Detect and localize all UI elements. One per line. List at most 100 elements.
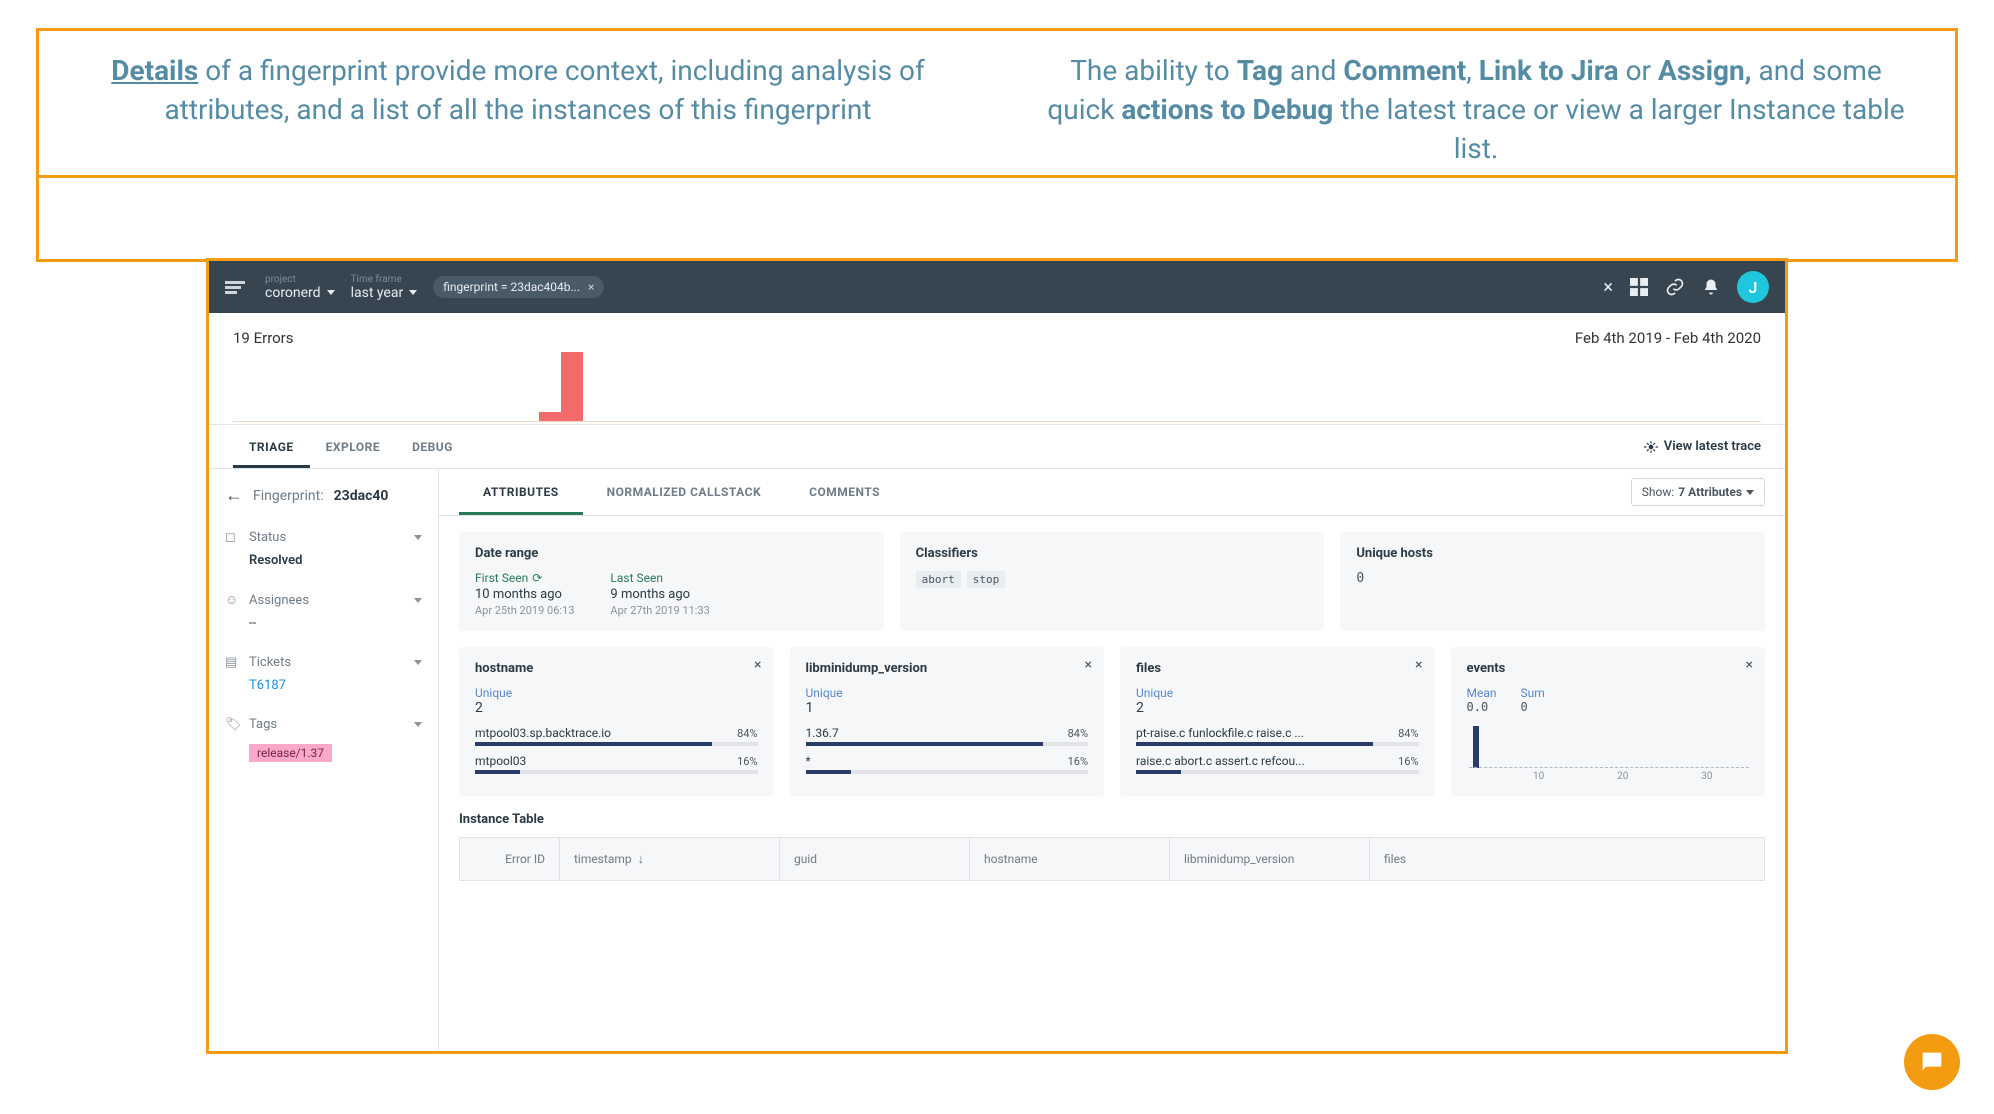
tab-explore[interactable]: EXPLORE <box>310 426 396 468</box>
filter-chip[interactable]: fingerprint = 23dac404b... × <box>433 276 604 298</box>
timeframe-value: last year <box>351 285 404 301</box>
top-tabs: TRIAGE EXPLORE DEBUG View latest trace <box>209 425 1785 469</box>
card-close-icon[interactable]: × <box>1085 657 1092 673</box>
show-prefix: Show: <box>1642 485 1675 499</box>
sidebar-tickets[interactable]: ▤ Tickets T6187 <box>225 655 422 693</box>
sum-label: Sum <box>1521 686 1545 700</box>
tab-triage[interactable]: TRIAGE <box>233 426 310 468</box>
clear-search-icon[interactable]: × <box>1603 277 1613 298</box>
col-libmini[interactable]: libminidump_version <box>1170 838 1370 880</box>
card-title: hostname <box>475 661 758 676</box>
timeframe-selector[interactable]: Time frame last year <box>351 274 418 301</box>
bar-pct: 84% <box>737 727 757 740</box>
card-title: Unique hosts <box>1356 546 1749 561</box>
classifier-chip: stop <box>967 571 1006 588</box>
bar-pct: 16% <box>1068 755 1088 768</box>
filter-chip-text: fingerprint = 23dac404b... <box>443 280 580 294</box>
intercom-chat-icon[interactable] <box>1904 1034 1960 1090</box>
caret-down-icon <box>414 535 422 540</box>
view-latest-trace-button[interactable]: View latest trace <box>1644 439 1761 454</box>
caret-down-icon <box>327 290 335 295</box>
caret-down-icon <box>414 598 422 603</box>
show-attributes-dropdown[interactable]: Show: 7 Attributes <box>1631 478 1765 506</box>
fingerprint-label: Fingerprint: <box>253 488 324 504</box>
card-close-icon[interactable]: × <box>754 657 761 673</box>
ticket-icon: ▤ <box>225 655 241 670</box>
sidebar-tags[interactable]: 🏷Tags release/1.37 <box>225 717 422 762</box>
first-seen-label: First Seen <box>475 571 528 585</box>
last-seen-label: Last Seen <box>610 571 709 585</box>
bar-item: 1.36.784% <box>806 726 1089 740</box>
annotation-callouts: Details of a fingerprint provide more co… <box>36 28 1958 178</box>
subtab-callstack[interactable]: NORMALIZED CALLSTACK <box>583 469 785 515</box>
tick: 10 <box>1533 771 1544 782</box>
bell-icon[interactable] <box>1701 277 1721 297</box>
sidebar-status[interactable]: ◻Status Resolved <box>225 530 422 568</box>
caret-down-icon <box>414 660 422 665</box>
sort-desc-icon: ↓ <box>638 851 645 867</box>
view-trace-label: View latest trace <box>1664 439 1761 454</box>
header-bar: project coronerd Time frame last year fi… <box>209 261 1785 313</box>
user-avatar[interactable]: J <box>1737 271 1769 303</box>
annotation-right: The ability to Tag and Comment, Link to … <box>997 31 1955 175</box>
col-guid[interactable]: guid <box>780 838 970 880</box>
link-icon[interactable] <box>1665 277 1685 297</box>
col-files[interactable]: files <box>1370 838 1764 880</box>
errors-sparkline <box>209 347 1785 425</box>
subtab-attributes[interactable]: ATTRIBUTES <box>459 469 583 515</box>
fingerprint-value: 23dac40 <box>334 488 389 504</box>
tag-pill[interactable]: release/1.37 <box>249 744 332 762</box>
person-icon: ☺ <box>225 592 241 608</box>
bar-name: pt-raise.c funlockfile.c raise.c ... <box>1136 726 1388 740</box>
bar-name: raise.c abort.c assert.c refcou... <box>1136 754 1388 768</box>
ticket-link[interactable]: T6187 <box>249 678 286 693</box>
annotation-left: Details of a fingerprint provide more co… <box>39 31 997 175</box>
chart-bar <box>539 412 561 422</box>
tick: 20 <box>1617 771 1628 782</box>
card-title: Classifiers <box>916 546 1309 561</box>
bar-name: 1.36.7 <box>806 726 1058 740</box>
unique-label: Unique <box>1136 686 1419 700</box>
card-libminidump: × libminidump_version Unique 1 1.36.784%… <box>790 647 1105 796</box>
show-value: 7 Attributes <box>1678 485 1742 499</box>
grid-icon[interactable] <box>1629 277 1649 297</box>
bar-line <box>1136 742 1419 746</box>
bar-rows: mtpool03.sp.backtrace.io84%mtpool0316% <box>475 726 758 774</box>
errors-count: 19 Errors <box>233 329 294 347</box>
assignees-label: Assignees <box>249 593 309 608</box>
bar-pct: 16% <box>1398 755 1418 768</box>
col-timestamp[interactable]: timestamp↓ <box>560 838 780 880</box>
bar-rows: 1.36.784%*16% <box>806 726 1089 774</box>
avatar-letter: J <box>1749 278 1758 297</box>
last-seen-value: 9 months ago <box>610 587 709 602</box>
unique-label: Unique <box>806 686 1089 700</box>
card-close-icon[interactable]: × <box>1746 657 1753 673</box>
tab-debug[interactable]: DEBUG <box>396 426 469 468</box>
bar-line <box>475 742 758 746</box>
col-error-id[interactable]: Error ID <box>460 838 560 880</box>
back-arrow-icon[interactable]: ← <box>225 485 243 506</box>
bar-line <box>806 770 1089 774</box>
project-selector[interactable]: project coronerd <box>265 274 335 301</box>
card-close-icon[interactable]: × <box>1415 657 1422 673</box>
bar-item: mtpool0316% <box>475 754 758 768</box>
subtab-comments[interactable]: COMMENTS <box>785 469 904 515</box>
tickets-label: Tickets <box>249 655 291 670</box>
assignees-value: -- <box>225 616 422 631</box>
bar-line <box>806 742 1089 746</box>
bar-pct: 16% <box>737 755 757 768</box>
card-hostname: × hostname Unique 2 mtpool03.sp.backtrac… <box>459 647 774 796</box>
tag-icon: 🏷 <box>225 717 241 732</box>
col-hostname[interactable]: hostname <box>970 838 1170 880</box>
unique-hosts-value: 0 <box>1356 571 1749 586</box>
bar-line <box>475 770 758 774</box>
sidebar-assignees[interactable]: ☺ Assignees -- <box>225 592 422 631</box>
app-logo-icon <box>225 275 249 299</box>
project-label: project <box>265 274 335 285</box>
bar-line <box>1136 770 1419 774</box>
mean-label: Mean <box>1467 686 1497 700</box>
unique-value: 2 <box>475 700 758 716</box>
card-title: libminidump_version <box>806 661 1089 676</box>
bar-pct: 84% <box>1398 727 1418 740</box>
filter-chip-close-icon[interactable]: × <box>588 280 594 294</box>
